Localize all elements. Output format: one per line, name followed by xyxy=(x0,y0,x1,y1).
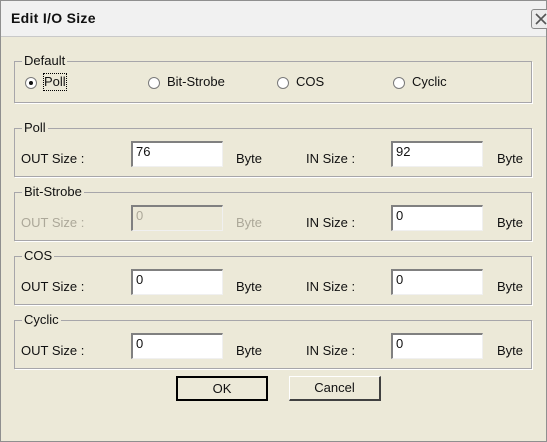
radio-bit-strobe[interactable] xyxy=(148,77,160,89)
cyclic-out-unit: Byte xyxy=(236,343,263,358)
close-icon xyxy=(535,13,547,25)
cos-group: COS OUT Size : 0 Byte IN Size : 0 Byte xyxy=(14,248,532,305)
cyclic-out-size-label: OUT Size : xyxy=(21,343,85,358)
cos-in-size-label: IN Size : xyxy=(306,279,356,294)
cos-in-size-input[interactable]: 0 xyxy=(391,269,483,295)
dialog-body: Default Poll Bit-Strobe COS Cyclic Poll … xyxy=(1,37,546,441)
bit-strobe-out-size-input: 0 xyxy=(131,205,223,231)
default-group: Default Poll Bit-Strobe COS Cyclic xyxy=(14,53,532,103)
cyclic-group: Cyclic OUT Size : 0 Byte IN Size : 0 Byt… xyxy=(14,312,532,369)
cyclic-in-size-input[interactable]: 0 xyxy=(391,333,483,359)
poll-group-label: Poll xyxy=(22,120,48,136)
radio-cyclic-label[interactable]: Cyclic xyxy=(412,74,447,90)
poll-group: Poll OUT Size : 76 Byte IN Size : 92 Byt… xyxy=(14,120,532,177)
cancel-button[interactable]: Cancel xyxy=(289,376,381,401)
cos-out-size-label: OUT Size : xyxy=(21,279,85,294)
radio-bit-strobe-label[interactable]: Bit-Strobe xyxy=(167,74,225,90)
bit-strobe-out-size-label: OUT Size : xyxy=(21,215,85,230)
poll-in-unit: Byte xyxy=(497,151,524,166)
cos-out-size-input[interactable]: 0 xyxy=(131,269,223,295)
radio-cyclic[interactable] xyxy=(393,77,405,89)
bit-strobe-in-unit: Byte xyxy=(497,215,524,230)
radio-cos[interactable] xyxy=(277,77,289,89)
edit-io-size-dialog: Edit I/O Size Default Poll Bit-Strobe CO… xyxy=(0,0,547,442)
cyclic-in-size-label: IN Size : xyxy=(306,343,356,358)
bit-strobe-out-unit: Byte xyxy=(236,215,263,230)
default-group-label: Default xyxy=(22,53,68,69)
cyclic-group-label: Cyclic xyxy=(22,312,61,328)
bit-strobe-in-size-label: IN Size : xyxy=(306,215,356,230)
radio-poll-label[interactable]: Poll xyxy=(43,73,67,91)
poll-out-size-label: OUT Size : xyxy=(21,151,85,166)
radio-cos-label[interactable]: COS xyxy=(296,74,324,90)
cos-group-label: COS xyxy=(22,248,55,264)
cos-out-unit: Byte xyxy=(236,279,263,294)
bit-strobe-group-label: Bit-Strobe xyxy=(22,184,84,200)
cyclic-out-size-input[interactable]: 0 xyxy=(131,333,223,359)
poll-in-size-label: IN Size : xyxy=(306,151,356,166)
cyclic-in-unit: Byte xyxy=(497,343,524,358)
radio-selected-dot xyxy=(29,81,33,85)
cos-in-unit: Byte xyxy=(497,279,524,294)
ok-button[interactable]: OK xyxy=(176,376,268,401)
bit-strobe-in-size-input[interactable]: 0 xyxy=(391,205,483,231)
poll-out-size-input[interactable]: 76 xyxy=(131,141,223,167)
radio-poll[interactable] xyxy=(25,77,37,89)
title-bar[interactable]: Edit I/O Size xyxy=(1,1,547,37)
poll-in-size-input[interactable]: 92 xyxy=(391,141,483,167)
bit-strobe-group: Bit-Strobe OUT Size : 0 Byte IN Size : 0… xyxy=(14,184,532,241)
dialog-title: Edit I/O Size xyxy=(11,10,96,26)
poll-out-unit: Byte xyxy=(236,151,263,166)
close-button[interactable] xyxy=(531,9,547,29)
